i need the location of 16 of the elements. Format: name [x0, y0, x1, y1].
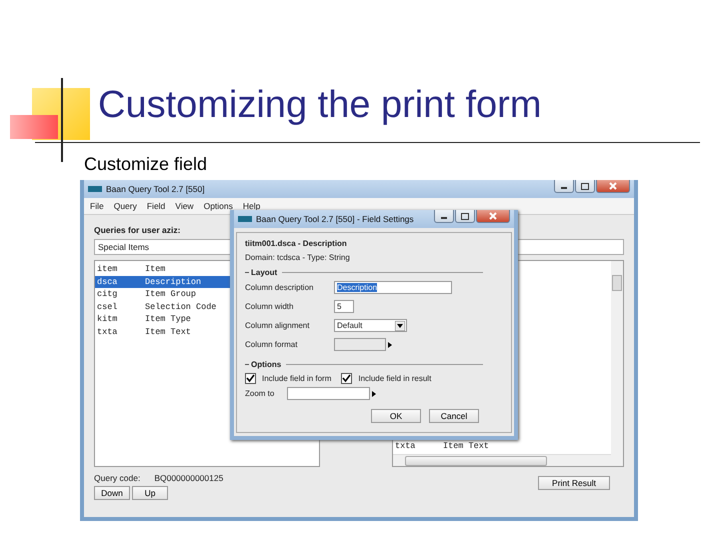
- domain-text: Domain: tcdsca - Type: String: [245, 253, 351, 262]
- query-code-value: BQ000000000125: [154, 473, 224, 483]
- setting-label: Column alignment: [245, 321, 310, 330]
- checkbox-label: Include field in result: [358, 374, 432, 383]
- slide-subtitle: Customize field: [84, 154, 208, 175]
- layout-heading: Layout: [251, 268, 278, 276]
- options-heading: Options: [251, 360, 282, 368]
- zoom-to-label: Zoom to: [245, 389, 276, 398]
- setting-label: Column width: [245, 302, 294, 311]
- checkbox-label: Include field in form: [262, 374, 332, 383]
- setting-label: Column format: [245, 340, 298, 349]
- query-code-label: Query code:: [94, 473, 140, 483]
- window-title: Baan Query Tool 2.7 [550]: [106, 184, 205, 194]
- queries-label: Queries for user aziz:: [94, 225, 182, 237]
- dialog-title: Baan Query Tool 2.7 [550] - Field Settings: [256, 214, 414, 224]
- slide-title: Customizing the print form: [98, 84, 542, 127]
